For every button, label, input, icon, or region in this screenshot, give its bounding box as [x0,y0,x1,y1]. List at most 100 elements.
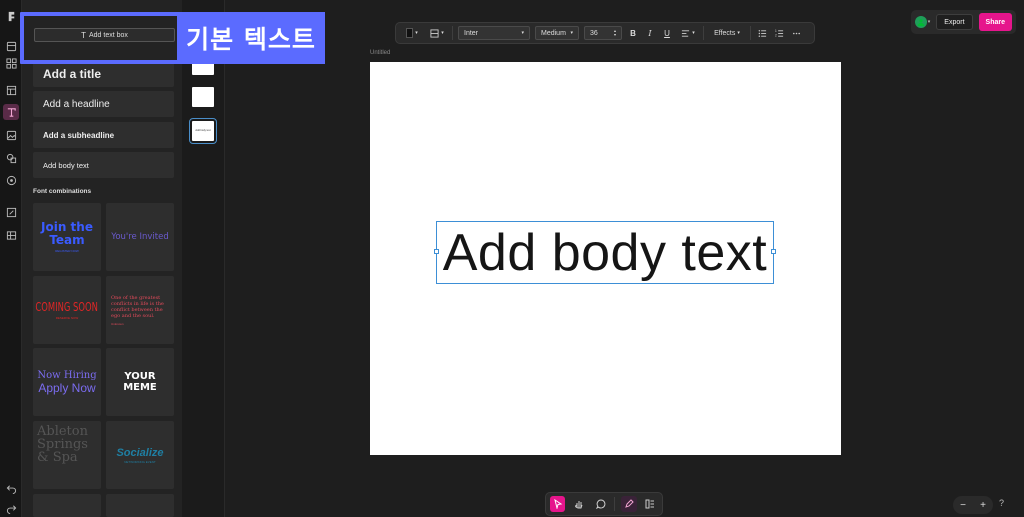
chevron-down-icon: ▾ [415,30,418,36]
tile-sub: REGISTER NOW [55,249,79,253]
page-thumbnail-selected[interactable]: Add body text [189,118,217,144]
logo-icon[interactable] [3,8,19,24]
italic-button[interactable]: I [644,26,656,40]
tile-line: Socialize [116,446,164,459]
chevron-down-icon: ▾ [692,30,695,36]
font-combo-ableton[interactable]: Ableton Springs & Spa [33,421,101,489]
templates-icon[interactable] [3,38,19,54]
layout-icon[interactable] [3,82,19,98]
toolbar-divider [614,497,616,511]
tile-line: & Spa [37,450,78,465]
design-mode-button[interactable] [621,496,637,512]
zoom-in-button[interactable]: + [980,500,986,511]
resize-handle-right[interactable] [771,249,776,254]
shapes-icon[interactable] [3,150,19,166]
add-headline-preset[interactable]: Add a headline [33,91,174,117]
tile-sub: RESERVE NOW [55,316,79,320]
share-label: Share [985,18,1005,26]
text-panel: T Add text box Add a title Add a headlin… [22,0,182,517]
underline-button[interactable]: U [661,26,673,40]
effects-button[interactable]: Effects ▾ [709,26,745,40]
code-mode-button[interactable] [643,496,658,512]
font-combo-join-team[interactable]: Join the Team REGISTER NOW [33,203,101,271]
resize-handle-left[interactable] [434,249,439,254]
redo-icon[interactable] [3,500,19,516]
font-combo-socialize[interactable]: Socialize NETWORKING EVENT [106,421,174,489]
canvas-text[interactable]: Add body text [443,223,768,283]
bullet-list-button[interactable] [756,26,768,40]
user-icon [917,19,925,26]
numbered-list-icon: 12 [775,29,783,37]
text-tool-icon[interactable] [3,104,19,120]
more-options-button[interactable] [790,26,802,40]
text-color-picker[interactable]: ▾ [402,26,422,40]
tile-line: Team [49,233,85,247]
tile-line: ego and the soul. [111,312,155,319]
editor-app: T Add text box Add a title Add a headlin… [0,0,1024,517]
annotation-label: 기본 텍스트 [177,12,325,64]
selected-text-box[interactable]: Add body text [434,221,776,284]
chevron-down-icon: ▾ [737,30,740,36]
comment-icon [595,499,605,509]
font-combo-more[interactable] [106,494,174,517]
toolbar-divider [452,26,453,40]
chevron-down-icon[interactable]: ▾ [928,19,931,25]
media-icon[interactable] [3,172,19,188]
font-combo-coming-soon[interactable]: COMING SOON RESERVE NOW [33,276,101,344]
bold-icon: B [630,28,636,38]
comment-tool-button[interactable] [593,496,608,512]
font-combo-quote[interactable]: One of the greatest conflicts in life is… [106,276,174,344]
table-icon[interactable] [3,227,19,243]
page-thumbnail[interactable] [192,87,214,107]
stepper-arrows-icon: ▴ ▾ [613,28,616,37]
zoom-out-button[interactable]: − [960,500,966,511]
font-combinations-heading: Font combinations [33,188,92,195]
font-combo-your-meme[interactable]: YOUR MEME [106,348,174,416]
export-button[interactable]: Export [936,14,973,30]
tile-line: Now Hiring [37,369,97,381]
underline-icon: U [664,28,670,38]
fill-picker[interactable]: ▾ [427,26,447,40]
hand-icon [575,501,583,509]
add-title-preset[interactable]: Add a title [33,61,174,87]
image-icon[interactable] [3,127,19,143]
font-combo-now-hiring[interactable]: Now Hiring Apply Now [33,348,101,416]
select-tool-button[interactable] [550,496,566,512]
undo-icon[interactable] [3,480,19,496]
font-combo-more[interactable] [33,494,101,517]
add-body-text-preset[interactable]: Add body text [33,152,174,178]
svg-text:2: 2 [775,33,777,37]
add-subheadline-preset[interactable]: Add a subheadline [33,122,174,148]
text-toolbar: ▾ ▾ Inter ▾ Medium ▾ 36 ▴ ▾ B I U ▾ Effe… [395,22,815,44]
draw-icon[interactable] [3,204,19,220]
font-family-value: Inter [464,29,479,37]
canvas-page[interactable]: Add body text [370,62,841,455]
help-button[interactable]: ? [999,498,1004,508]
tile-sub: Unknown [111,321,124,326]
tile-line: You're Invited [111,232,169,242]
add-title-label: Add a title [43,67,102,81]
chevron-down-icon: ▾ [441,30,444,36]
bold-button[interactable]: B [627,26,639,40]
numbered-list-button[interactable]: 12 [773,26,785,40]
more-icon [792,32,800,34]
chevron-down-icon: ▾ [570,30,573,36]
font-family-select[interactable]: Inter ▾ [458,26,530,40]
top-right-actions: ▾ Export Share [911,10,1016,34]
align-left-icon [682,29,690,37]
share-button[interactable]: Share [978,13,1012,31]
italic-icon: I [648,28,652,38]
chevron-down-icon: ▾ [521,30,524,36]
font-size-stepper[interactable]: 36 ▴ ▾ [584,26,622,40]
align-button[interactable]: ▾ [678,26,698,40]
font-weight-select[interactable]: Medium ▾ [535,26,579,40]
tile-line: Apply Now [38,380,96,395]
add-headline-label: Add a headline [43,98,110,110]
add-body-text-label: Add body text [43,160,89,170]
font-combo-invited[interactable]: You're Invited [106,203,174,271]
effects-label: Effects [714,29,736,37]
hand-tool-button[interactable] [571,496,586,512]
document-title[interactable]: Untitled [370,50,390,56]
avatar[interactable] [915,16,927,28]
elements-icon[interactable] [3,55,19,71]
